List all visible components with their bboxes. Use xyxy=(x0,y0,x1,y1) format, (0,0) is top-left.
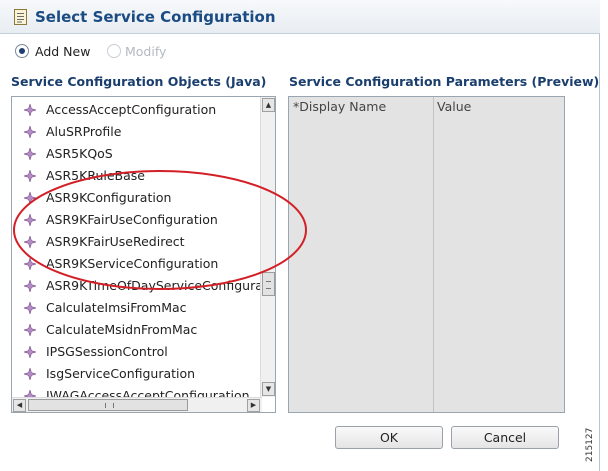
add-new-radio[interactable] xyxy=(15,44,29,58)
diamond-bullet-icon xyxy=(24,236,36,248)
list-item[interactable]: CalculateMsidnFromMac xyxy=(24,320,198,340)
objects-list-vertical-scrollbar[interactable]: ▲ ▼ xyxy=(260,97,275,397)
list-item-label: ASR9KFairUseRedirect xyxy=(46,234,185,249)
diamond-bullet-icon xyxy=(24,390,36,397)
diamond-bullet-icon xyxy=(24,148,36,160)
list-item-label: ASR9KConfiguration xyxy=(46,190,172,205)
diamond-bullet-icon xyxy=(24,324,36,336)
list-item[interactable]: ASR5KRuleBase xyxy=(24,166,145,186)
list-item-label: ASR9KServiceConfiguration xyxy=(46,256,219,271)
diamond-bullet-icon xyxy=(24,126,36,138)
dialog-titlebar: Select Service Configuration xyxy=(0,0,600,34)
service-configuration-parameters-preview: *Display Name Value xyxy=(288,96,565,413)
list-item-label: CalculateImsiFromMac xyxy=(46,300,187,315)
diamond-bullet-icon xyxy=(24,280,36,292)
list-item-label: ASR9KFairUseConfiguration xyxy=(46,212,218,227)
diamond-bullet-icon xyxy=(24,214,36,226)
list-item[interactable]: ASR9KFairUseRedirect xyxy=(24,232,185,252)
document-icon xyxy=(14,9,27,25)
diamond-bullet-icon xyxy=(24,192,36,204)
select-service-configuration-dialog: Select Service Configuration Add New Mod… xyxy=(0,0,600,471)
preview-panel-label: Service Configuration Parameters (Previe… xyxy=(289,74,600,89)
list-item[interactable]: ASR9KConfiguration xyxy=(24,188,172,208)
objects-list-viewport: AccessAcceptConfiguration AluSRProfile A… xyxy=(12,97,262,397)
scroll-right-arrow-icon[interactable]: ▶ xyxy=(247,399,260,412)
modify-radio xyxy=(107,44,121,58)
horizontal-scroll-thumb[interactable] xyxy=(28,399,188,411)
list-item-label: CalculateMsidnFromMac xyxy=(46,322,198,337)
list-item-label: IWAGAccessAcceptConfiguration xyxy=(46,388,250,397)
list-item[interactable]: AccessAcceptConfiguration xyxy=(24,100,217,120)
list-item-label: AluSRProfile xyxy=(46,124,122,139)
vertical-scroll-thumb[interactable] xyxy=(262,272,275,296)
list-item-label: AccessAcceptConfiguration xyxy=(46,102,217,117)
add-new-radio-label[interactable]: Add New xyxy=(35,44,90,59)
service-configuration-objects-list[interactable]: AccessAcceptConfiguration AluSRProfile A… xyxy=(11,96,276,413)
objects-list-horizontal-scrollbar[interactable]: ◀ ▶ xyxy=(12,397,262,412)
scroll-down-arrow-icon[interactable]: ▼ xyxy=(262,382,275,396)
list-item-label: IsgServiceConfiguration xyxy=(46,366,196,381)
scroll-up-arrow-icon[interactable]: ▲ xyxy=(262,98,275,112)
list-item[interactable]: IPSGSessionControl xyxy=(24,342,168,362)
list-item[interactable]: IsgServiceConfiguration xyxy=(24,364,196,384)
list-item-label: ASR5KRuleBase xyxy=(46,168,145,183)
objects-panel-label: Service Configuration Objects (Java) xyxy=(11,74,267,89)
list-item[interactable]: IWAGAccessAcceptConfiguration xyxy=(24,386,250,397)
list-item-label: IPSGSessionControl xyxy=(46,344,168,359)
ok-button[interactable]: OK xyxy=(335,426,443,449)
diamond-bullet-icon xyxy=(24,346,36,358)
list-item[interactable]: ASR5KQoS xyxy=(24,144,113,164)
list-item[interactable]: ASR9KTimeOfDayServiceConfiguration xyxy=(24,276,262,296)
cancel-button[interactable]: Cancel xyxy=(451,426,559,449)
diamond-bullet-icon xyxy=(24,258,36,270)
value-column-header: Value xyxy=(437,99,472,114)
list-item[interactable]: AluSRProfile xyxy=(24,122,122,142)
diamond-bullet-icon xyxy=(24,104,36,116)
diamond-bullet-icon xyxy=(24,170,36,182)
diamond-bullet-icon xyxy=(24,368,36,380)
preview-table-header: *Display Name Value xyxy=(289,97,564,117)
diamond-bullet-icon xyxy=(24,302,36,314)
list-item[interactable]: ASR9KServiceConfiguration xyxy=(24,254,219,274)
list-item[interactable]: CalculateImsiFromMac xyxy=(24,298,187,318)
display-name-column-header: *Display Name xyxy=(293,99,387,114)
modify-radio-label: Modify xyxy=(125,44,167,59)
list-item-label: ASR5KQoS xyxy=(46,146,113,161)
list-item[interactable]: ASR9KFairUseConfiguration xyxy=(24,210,218,230)
scroll-left-arrow-icon[interactable]: ◀ xyxy=(13,399,26,412)
column-divider xyxy=(433,97,434,412)
list-item-label: ASR9KTimeOfDayServiceConfiguration xyxy=(46,278,262,293)
dialog-title: Select Service Configuration xyxy=(35,8,276,26)
figure-number: 215127 xyxy=(585,427,595,462)
